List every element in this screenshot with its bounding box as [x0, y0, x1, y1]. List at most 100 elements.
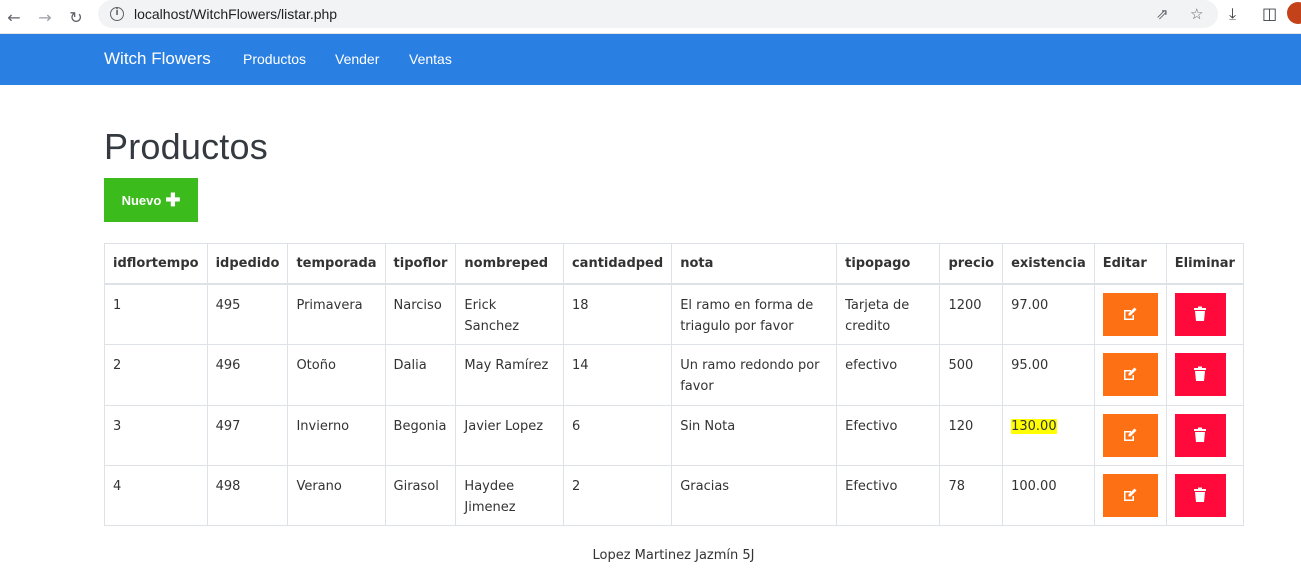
plus-icon: ✚ — [165, 190, 181, 210]
share-icon[interactable]: ⇗ — [1156, 5, 1169, 23]
trash-icon — [1194, 487, 1207, 502]
cell-idpedido: 497 — [206, 404, 289, 466]
cell-nombreped: Erick Sanchez — [455, 283, 564, 345]
sidepanel-icon[interactable]: ◫ — [1262, 4, 1277, 23]
cell-precio: 78 — [939, 464, 1004, 526]
edit-icon — [1124, 428, 1137, 441]
page-title: Productos — [104, 126, 268, 167]
url-text[interactable]: localhost/WitchFlowers/listar.php — [134, 6, 337, 22]
back-arrow-icon[interactable]: ← — [3, 6, 25, 28]
cell-temporada: Primavera — [287, 283, 386, 345]
cell-cantidadped: 2 — [562, 464, 673, 526]
cell-idpedido: 496 — [206, 343, 289, 406]
cell-nombreped: Javier Lopez — [455, 404, 564, 466]
star-icon[interactable]: ☆ — [1190, 5, 1203, 23]
trash-icon — [1194, 306, 1207, 321]
cell-precio: 1200 — [939, 283, 1004, 345]
header-existencia: existencia — [1002, 243, 1095, 285]
cell-tipoflor: Girasol — [384, 464, 457, 526]
cell-editar — [1093, 404, 1167, 466]
header-temporada: temporada — [287, 243, 386, 285]
cell-idflortempo: 2 — [104, 343, 208, 406]
table-row: 4 498 Verano Girasol Haydee Jimenez 2 Gr… — [104, 464, 1245, 526]
cell-precio: 500 — [939, 343, 1004, 406]
header-idpedido: idpedido — [206, 243, 289, 285]
edit-button[interactable] — [1102, 292, 1158, 336]
edit-icon — [1124, 367, 1137, 380]
cell-precio: 120 — [939, 404, 1004, 466]
edit-button[interactable] — [1102, 413, 1158, 457]
profile-avatar[interactable] — [1287, 2, 1301, 24]
cell-nota: Sin Nota — [671, 404, 838, 466]
edit-button[interactable] — [1102, 473, 1158, 517]
cell-tipoflor: Begonia — [384, 404, 457, 466]
header-idflortempo: idflortempo — [104, 243, 208, 285]
cell-temporada: Otoño — [287, 343, 386, 406]
cell-nombreped: May Ramírez — [455, 343, 564, 406]
cell-cantidadped: 18 — [562, 283, 673, 345]
header-cantidadped: cantidadped — [562, 243, 673, 285]
table-row: 2 496 Otoño Dalia May Ramírez 14 Un ramo… — [104, 343, 1245, 406]
delete-button[interactable] — [1174, 473, 1226, 517]
cell-existencia: 130.00 — [1002, 404, 1095, 466]
trash-icon — [1194, 427, 1207, 442]
brand-link[interactable]: Witch Flowers — [104, 49, 211, 69]
header-precio: precio — [939, 243, 1004, 285]
cell-tipopago: Tarjeta de credito — [836, 283, 941, 345]
new-button-label: Nuevo — [121, 192, 162, 208]
nav-link-ventas[interactable]: Ventas — [409, 51, 452, 67]
cell-idpedido: 495 — [206, 283, 289, 345]
cell-tipoflor: Dalia — [384, 343, 457, 406]
cell-nombreped: Haydee Jimenez — [455, 464, 564, 526]
cell-tipoflor: Narciso — [384, 283, 457, 345]
header-nota: nota — [671, 243, 838, 285]
cell-temporada: Invierno — [287, 404, 386, 466]
table-row: 3 497 Invierno Begonia Javier Lopez 6 Si… — [104, 404, 1245, 466]
cell-nota: Gracias — [671, 464, 838, 526]
cell-eliminar — [1165, 404, 1245, 466]
cell-idflortempo: 4 — [104, 464, 208, 526]
cell-idflortempo: 3 — [104, 404, 208, 466]
cell-tipopago: Efectivo — [836, 464, 941, 526]
table-header-row: idflortempo idpedido temporada tipoflor … — [104, 243, 1245, 285]
nav-link-productos[interactable]: Productos — [243, 51, 306, 67]
delete-button[interactable] — [1174, 352, 1226, 396]
table-row: 1 495 Primavera Narciso Erick Sanchez 18… — [104, 283, 1245, 345]
cell-tipopago: efectivo — [836, 343, 941, 406]
cell-editar — [1093, 343, 1167, 406]
header-editar: Editar — [1093, 243, 1167, 285]
download-icon[interactable]: ⤓ — [1229, 4, 1236, 24]
cell-editar — [1093, 464, 1167, 526]
cell-nota: El ramo en forma de triagulo por favor — [671, 283, 838, 345]
cell-existencia: 100.00 — [1002, 464, 1095, 526]
products-table: idflortempo idpedido temporada tipoflor … — [104, 243, 1245, 526]
address-bar[interactable]: i localhost/WitchFlowers/listar.php ⇗ ☆ — [98, 0, 1218, 28]
footer-credit: Lopez Martinez Jazmín 5J — [592, 548, 755, 563]
header-nombreped: nombreped — [455, 243, 564, 285]
highlighted-existencia: 130.00 — [1011, 418, 1057, 434]
cell-idflortempo: 1 — [104, 283, 208, 345]
cell-cantidadped: 14 — [562, 343, 673, 406]
trash-icon — [1194, 366, 1207, 381]
info-icon[interactable]: i — [110, 7, 124, 21]
cell-editar — [1093, 283, 1167, 345]
nav-link-vender[interactable]: Vender — [335, 51, 379, 67]
forward-arrow-icon[interactable]: → — [34, 6, 56, 28]
cell-cantidadped: 6 — [562, 404, 673, 466]
cell-nota: Un ramo redondo por favor — [671, 343, 838, 406]
delete-button[interactable] — [1174, 413, 1226, 457]
navbar: Witch Flowers Productos Vender Ventas — [0, 34, 1301, 85]
edit-icon — [1124, 488, 1137, 501]
header-eliminar: Eliminar — [1165, 243, 1245, 285]
reload-icon[interactable]: ↻ — [65, 6, 87, 28]
cell-temporada: Verano — [287, 464, 386, 526]
cell-tipopago: Efectivo — [836, 404, 941, 466]
edit-button[interactable] — [1102, 352, 1158, 396]
cell-eliminar — [1165, 283, 1245, 345]
header-tipopago: tipopago — [836, 243, 941, 285]
cell-existencia: 97.00 — [1002, 283, 1095, 345]
header-tipoflor: tipoflor — [384, 243, 457, 285]
new-product-button[interactable]: Nuevo ✚ — [104, 178, 198, 222]
delete-button[interactable] — [1174, 292, 1226, 336]
edit-icon — [1124, 307, 1137, 320]
